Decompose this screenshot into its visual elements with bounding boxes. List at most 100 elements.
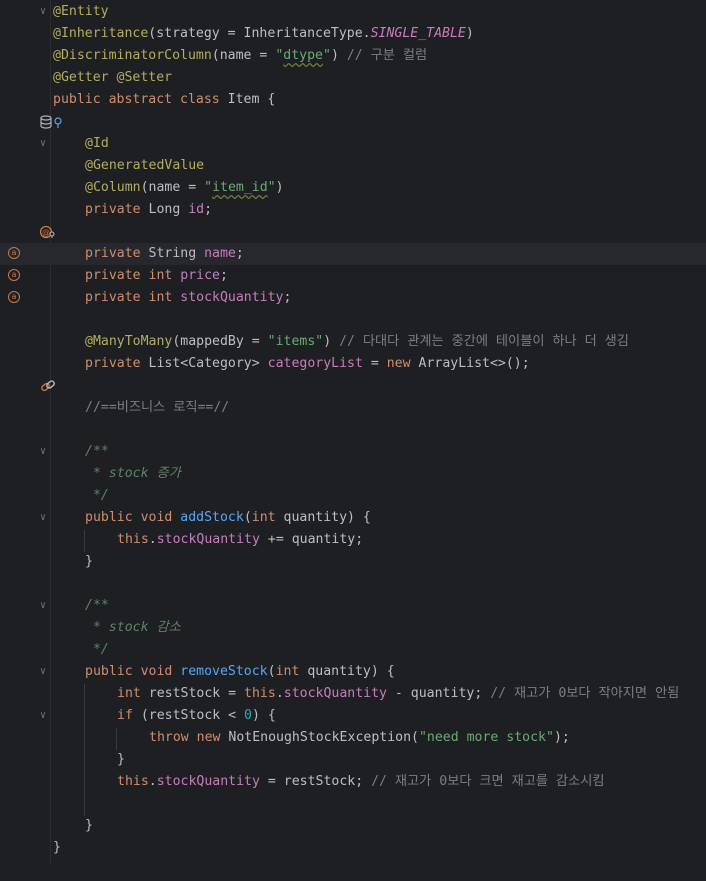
code-line-28[interactable]: ∨ /**	[0, 595, 706, 617]
annotation: @Column	[85, 180, 141, 195]
code-line-12[interactable]: a private String name;	[0, 243, 706, 265]
keyword: private	[85, 246, 149, 261]
type-name: String	[148, 246, 205, 261]
code-text: (mappedBy =	[172, 334, 268, 349]
code-text: quantity) {	[307, 664, 395, 679]
code-text: ) {	[252, 708, 276, 723]
code-line-21[interactable]: ∨ /**	[0, 441, 706, 463]
code-line-30[interactable]: */	[0, 639, 706, 661]
string-literal: dtype	[283, 48, 323, 63]
keyword: this	[117, 532, 149, 547]
fold-icon[interactable]: ∨	[38, 441, 48, 463]
fold-icon[interactable]: ∨	[38, 1, 48, 23]
type-name: List<Category>	[148, 356, 268, 371]
code-text: );	[553, 730, 570, 745]
fold-icon[interactable]: ∨	[38, 705, 48, 727]
code-text: (name =	[140, 180, 205, 195]
code-text: - quantity;	[386, 686, 491, 701]
code-text: }	[85, 554, 93, 569]
code-line-19[interactable]: //==비즈니스 로직==//	[0, 397, 706, 419]
fold-icon[interactable]: ∨	[38, 507, 48, 529]
code-text: .	[148, 774, 157, 789]
code-line-14[interactable]: a private int stockQuantity;	[0, 287, 706, 309]
code-line-23[interactable]: */	[0, 485, 706, 507]
code-line-3[interactable]: @DiscriminatorColumn(name = "dtype") // …	[0, 45, 706, 67]
code-line-26[interactable]: }	[0, 551, 706, 573]
code-line-22[interactable]: * stock 증가	[0, 463, 706, 485]
code-line-35[interactable]: }	[0, 749, 706, 771]
code-text: )	[465, 26, 474, 41]
id-field-icon[interactable]: @	[8, 203, 55, 239]
code-text: )	[323, 334, 340, 349]
comment: // 재고가 0보다 크면 재고를 감소시킴	[371, 774, 605, 789]
doc-comment: /**	[85, 444, 109, 459]
doc-comment: */	[85, 488, 109, 503]
keyword: int	[275, 664, 308, 679]
code-line-5[interactable]: public abstract class Item {	[0, 89, 706, 129]
code-line-31[interactable]: ∨ public void removeStock(int quantity) …	[0, 661, 706, 683]
annotation: @ManyToMany	[85, 334, 173, 349]
field-name: name	[204, 246, 236, 261]
code-line-8[interactable]: @GeneratedValue	[0, 155, 706, 177]
annotation: @Entity	[53, 4, 109, 19]
code-text: ArrayList<>();	[418, 356, 530, 371]
field-annotation-icon[interactable]: a	[8, 247, 22, 261]
field-name: stockQuantity	[283, 686, 387, 701]
code-text: .	[275, 686, 284, 701]
code-line-2[interactable]: @Inheritance(strategy = InheritanceType.…	[0, 23, 706, 45]
code-line-24[interactable]: ∨ public void addStock(int quantity) {	[0, 507, 706, 529]
code-line-38[interactable]: }	[0, 815, 706, 837]
keyword: private	[85, 356, 149, 371]
enum-constant: SINGLE_TABLE	[370, 26, 466, 41]
class-name: Item {	[227, 92, 276, 107]
code-line-7[interactable]: ∨ @Id	[0, 133, 706, 155]
code-text: restStock =	[148, 686, 245, 701]
code-line-16[interactable]: @ManyToMany(mappedBy = "items") // 다대다 관…	[0, 331, 706, 353]
keyword: private	[85, 202, 149, 217]
doc-comment: * stock 증가	[85, 466, 181, 481]
field-annotation-icon[interactable]: a	[8, 269, 22, 283]
code-line-32[interactable]: int restStock = this.stockQuantity - qua…	[0, 683, 706, 705]
keyword: public abstract class	[53, 92, 228, 107]
code-text: += quantity;	[259, 532, 364, 547]
code-line-10[interactable]: @ private Long id;	[0, 199, 706, 239]
code-line-17[interactable]: private List<Category> categoryList = ne…	[0, 353, 706, 392]
method-name: addStock	[180, 510, 244, 525]
code-line-29[interactable]: * stock 감소	[0, 617, 706, 639]
code-text: )	[330, 48, 347, 63]
field-name: categoryList	[267, 356, 363, 371]
fold-icon[interactable]: ∨	[38, 661, 48, 683]
keyword: private int	[85, 268, 181, 283]
code-text: =	[362, 356, 387, 371]
keyword: public void	[85, 664, 181, 679]
code-text: .	[148, 532, 157, 547]
annotation: @GeneratedValue	[85, 158, 205, 173]
keyword: private int	[85, 290, 181, 305]
code-line-4[interactable]: @Getter @Setter	[0, 67, 706, 89]
code-text: )	[275, 180, 284, 195]
field-annotation-icon[interactable]: a	[8, 291, 22, 305]
code-line-33[interactable]: ∨ if (restStock < 0) {	[0, 705, 706, 727]
code-line-34[interactable]: throw new NotEnoughStockException("need …	[0, 727, 706, 749]
code-line-36[interactable]: this.stockQuantity = restStock; // 재고가 0…	[0, 771, 706, 793]
code-line-9[interactable]: @Column(name = "item_id")	[0, 177, 706, 199]
code-line-39[interactable]: }	[0, 837, 706, 859]
code-line-1[interactable]: ∨ @Entity	[0, 1, 706, 23]
annotation: @Getter @Setter	[53, 70, 173, 85]
fold-icon[interactable]: ∨	[38, 595, 48, 617]
code-text: (name =	[211, 48, 276, 63]
keyword: new	[386, 356, 419, 371]
code-text: (	[243, 510, 252, 525]
field-name: stockQuantity	[156, 774, 260, 789]
annotation: @Inheritance	[53, 26, 149, 41]
method-name: removeStock	[180, 664, 268, 679]
relation-link-icon[interactable]	[8, 357, 55, 392]
code-line-13[interactable]: a private int price;	[0, 265, 706, 287]
database-entity-icon[interactable]	[8, 93, 62, 129]
code-text: }	[117, 752, 125, 767]
fold-icon[interactable]: ∨	[38, 133, 48, 155]
keyword: if	[117, 708, 141, 723]
string-quote: "	[204, 180, 213, 195]
code-line-25[interactable]: this.stockQuantity += quantity;	[0, 529, 706, 551]
field-name: price	[180, 268, 220, 283]
